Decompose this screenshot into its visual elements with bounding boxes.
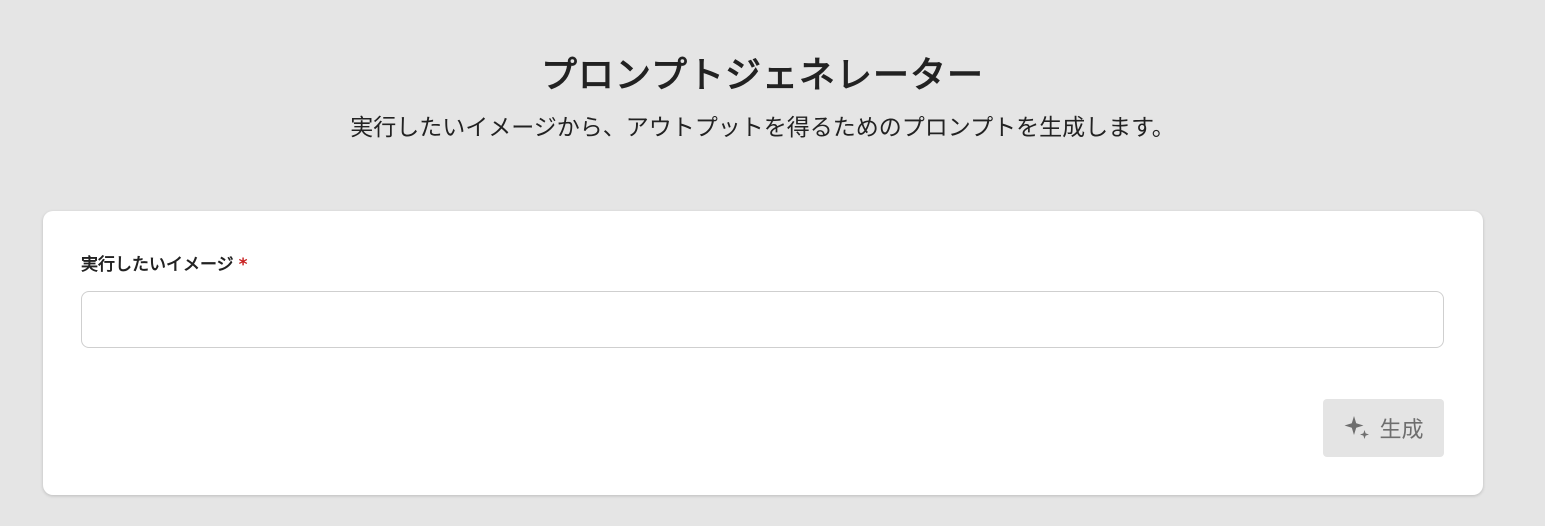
sparkle-icon: [1344, 416, 1370, 439]
prompt-form-card: 実行したいイメージ * 生成: [43, 211, 1483, 495]
required-mark: *: [238, 255, 248, 275]
page-header: プロンプトジェネレーター 実行したいイメージから、アウトプットを得るためのプロン…: [0, 52, 1525, 144]
page-subtitle: 実行したいイメージから、アウトプットを得るためのプロンプトを生成します。: [350, 115, 1175, 141]
generate-button[interactable]: 生成: [1323, 399, 1444, 457]
page-title: プロンプトジェネレーター: [541, 55, 984, 96]
field-label: 実行したいイメージ *: [81, 253, 248, 277]
generate-button-label: 生成: [1379, 418, 1424, 443]
image-description-input[interactable]: [81, 291, 1444, 348]
field-label-text: 実行したいイメージ: [81, 255, 234, 275]
